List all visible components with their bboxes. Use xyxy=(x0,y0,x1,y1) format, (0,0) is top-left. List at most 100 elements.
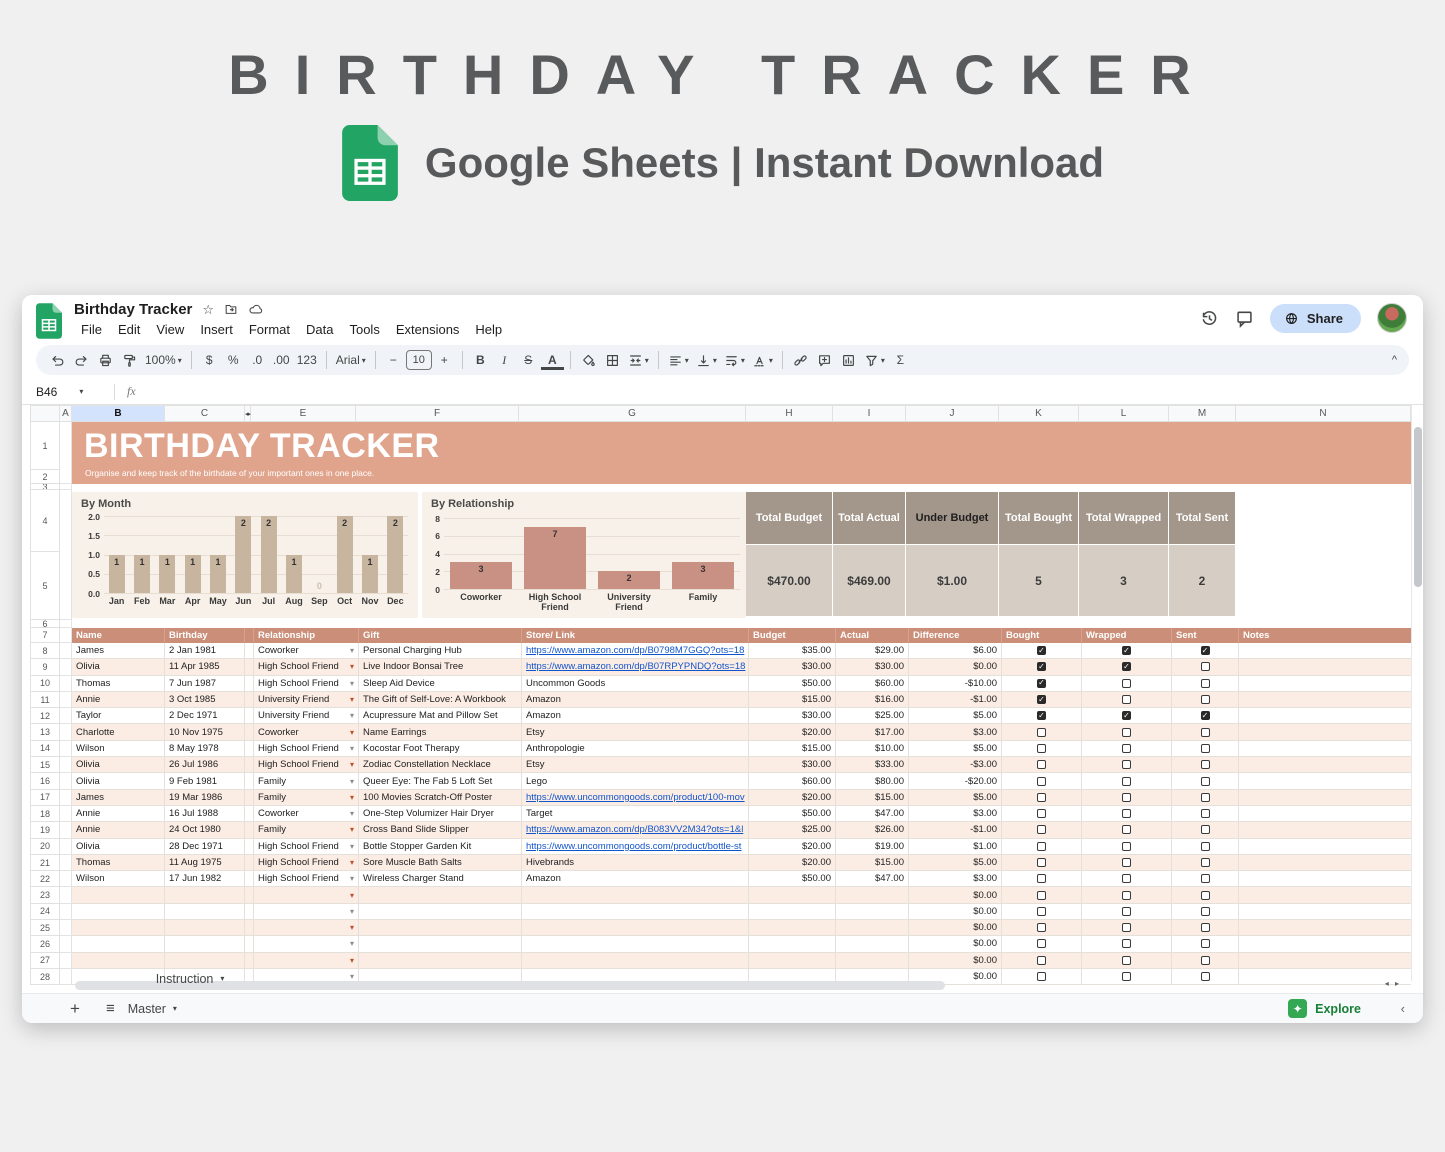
cell-difference[interactable]: -$10.00 xyxy=(909,676,1002,692)
toolbar-undo-button[interactable] xyxy=(46,348,69,372)
summary-header-total-actual[interactable]: Total Actual xyxy=(833,492,905,544)
cell-gift[interactable] xyxy=(359,936,522,952)
store-link[interactable]: https://www.amazon.com/dp/B07RPYPNDQ?ots… xyxy=(526,661,745,672)
cell-col-a[interactable] xyxy=(60,490,72,620)
table-header-hidden-col[interactable] xyxy=(245,628,254,643)
cell-gift[interactable]: Queer Eye: The Fab 5 Loft Set xyxy=(359,773,522,789)
cell-bought[interactable] xyxy=(1002,936,1082,952)
summary-header-total-budget[interactable]: Total Budget xyxy=(746,492,832,544)
cell-birthday[interactable] xyxy=(165,936,245,952)
cell-gift[interactable]: Zodiac Constellation Necklace xyxy=(359,757,522,773)
cell-budget[interactable]: $15.00 xyxy=(749,692,836,708)
store-link[interactable]: https://www.amazon.com/dp/B0798M7GGQ?ots… xyxy=(526,645,744,656)
cell-actual[interactable]: $26.00 xyxy=(836,822,909,838)
toolbar-merge-cells-button[interactable]: ▾ xyxy=(625,348,652,372)
cell-hidden-col[interactable] xyxy=(245,871,254,887)
column-header-g[interactable]: G xyxy=(519,405,746,422)
checkbox-sent[interactable] xyxy=(1201,842,1210,851)
checkbox-sent[interactable] xyxy=(1201,662,1210,671)
cell-col-a[interactable] xyxy=(60,904,72,920)
collapse-panel-icon[interactable]: ‹ xyxy=(1401,1001,1405,1016)
cell-actual[interactable]: $80.00 xyxy=(836,773,909,789)
cell-wrapped[interactable]: ✓ xyxy=(1082,643,1172,659)
dropdown-arrow-icon[interactable]: ▾ xyxy=(350,842,354,851)
cell-name[interactable] xyxy=(72,887,165,903)
cell-difference[interactable]: $1.00 xyxy=(909,839,1002,855)
cell-name[interactable]: Thomas xyxy=(72,855,165,871)
cell-sent[interactable] xyxy=(1172,887,1239,903)
checkbox-wrapped[interactable] xyxy=(1122,842,1131,851)
cell-bought[interactable]: ✓ xyxy=(1002,643,1082,659)
table-header-difference[interactable]: Difference xyxy=(909,628,1002,643)
cell-gift[interactable]: Personal Charging Hub xyxy=(359,643,522,659)
tab-master[interactable]: Master▾ xyxy=(114,994,252,1024)
checkbox-bought[interactable] xyxy=(1037,809,1046,818)
cell-name[interactable]: Olivia xyxy=(72,839,165,855)
checkbox-sent[interactable] xyxy=(1201,907,1210,916)
cell-sent[interactable] xyxy=(1172,822,1239,838)
table-header-sent[interactable]: Sent xyxy=(1172,628,1239,643)
row-header-9[interactable]: 9 xyxy=(30,659,60,675)
cell-col-a[interactable] xyxy=(60,708,72,724)
cell-relationship[interactable]: High School Friend▾ xyxy=(254,659,359,675)
cell-relationship[interactable]: University Friend▾ xyxy=(254,708,359,724)
row-header-17[interactable]: 17 xyxy=(30,790,60,806)
checkbox-bought[interactable] xyxy=(1037,891,1046,900)
cell-bought[interactable] xyxy=(1002,806,1082,822)
vertical-scrollbar[interactable] xyxy=(1411,405,1423,981)
cell-notes[interactable] xyxy=(1239,790,1411,806)
cell-difference[interactable]: $6.00 xyxy=(909,643,1002,659)
store-link[interactable]: https://www.amazon.com/dp/B083VV2M34?ots… xyxy=(526,824,743,835)
cell-bought[interactable] xyxy=(1002,904,1082,920)
cell-budget[interactable]: $20.00 xyxy=(749,724,836,740)
cell-bought[interactable] xyxy=(1002,773,1082,789)
cell-actual[interactable]: $25.00 xyxy=(836,708,909,724)
summary-header-total-sent[interactable]: Total Sent xyxy=(1169,492,1235,544)
summary-value-total-actual[interactable]: $469.00 xyxy=(833,545,905,616)
cell-store[interactable]: https://www.uncommongoods.com/product/10… xyxy=(522,790,749,806)
cell-budget[interactable]: $35.00 xyxy=(749,643,836,659)
cell-actual[interactable]: $33.00 xyxy=(836,757,909,773)
cell-relationship[interactable]: High School Friend▾ xyxy=(254,871,359,887)
checkbox-sent[interactable] xyxy=(1201,858,1210,867)
row-header-6[interactable]: 6 xyxy=(30,620,60,628)
table-header-gift[interactable]: Gift xyxy=(359,628,522,643)
cell-name[interactable]: Wilson xyxy=(72,741,165,757)
checkbox-bought[interactable] xyxy=(1037,858,1046,867)
cell-relationship[interactable]: Family▾ xyxy=(254,773,359,789)
cell-wrapped[interactable] xyxy=(1082,969,1172,985)
cell-notes[interactable] xyxy=(1239,871,1411,887)
cell-name[interactable]: Annie xyxy=(72,806,165,822)
cell-sent[interactable]: ✓ xyxy=(1172,643,1239,659)
cell-bought[interactable] xyxy=(1002,953,1082,969)
cell-gift[interactable]: The Gift of Self-Love: A Workbook xyxy=(359,692,522,708)
cell-col-a[interactable] xyxy=(60,806,72,822)
cell-budget[interactable]: $60.00 xyxy=(749,773,836,789)
cell-birthday[interactable]: 26 Jul 1986 xyxy=(165,757,245,773)
checkbox-sent[interactable]: ✓ xyxy=(1201,646,1210,655)
cell-difference[interactable]: $0.00 xyxy=(909,920,1002,936)
column-header-f[interactable]: F xyxy=(356,405,519,422)
cell-budget[interactable]: $15.00 xyxy=(749,741,836,757)
checkbox-sent[interactable] xyxy=(1201,972,1210,981)
cell-sent[interactable] xyxy=(1172,969,1239,985)
cell-difference[interactable]: $5.00 xyxy=(909,790,1002,806)
summary-value-total-wrapped[interactable]: 3 xyxy=(1079,545,1168,616)
row-header-26[interactable]: 26 xyxy=(30,936,60,952)
cell-bought[interactable] xyxy=(1002,790,1082,806)
cell-wrapped[interactable] xyxy=(1082,692,1172,708)
checkbox-bought[interactable]: ✓ xyxy=(1037,711,1046,720)
cell-budget[interactable] xyxy=(749,953,836,969)
all-sheets-button[interactable]: ≡ xyxy=(106,1000,114,1017)
cell-name[interactable]: Annie xyxy=(72,692,165,708)
row-header-12[interactable]: 12 xyxy=(30,708,60,724)
cell-col-a[interactable] xyxy=(60,741,72,757)
dropdown-arrow-icon[interactable]: ▾ xyxy=(350,679,354,688)
checkbox-wrapped[interactable]: ✓ xyxy=(1122,662,1131,671)
checkbox-wrapped[interactable] xyxy=(1122,809,1131,818)
cell-wrapped[interactable] xyxy=(1082,953,1172,969)
cell-store[interactable]: https://www.amazon.com/dp/B083VV2M34?ots… xyxy=(522,822,749,838)
cell-name[interactable]: Wilson xyxy=(72,871,165,887)
cell-actual[interactable] xyxy=(836,887,909,903)
cell-birthday[interactable]: 2 Dec 1971 xyxy=(165,708,245,724)
